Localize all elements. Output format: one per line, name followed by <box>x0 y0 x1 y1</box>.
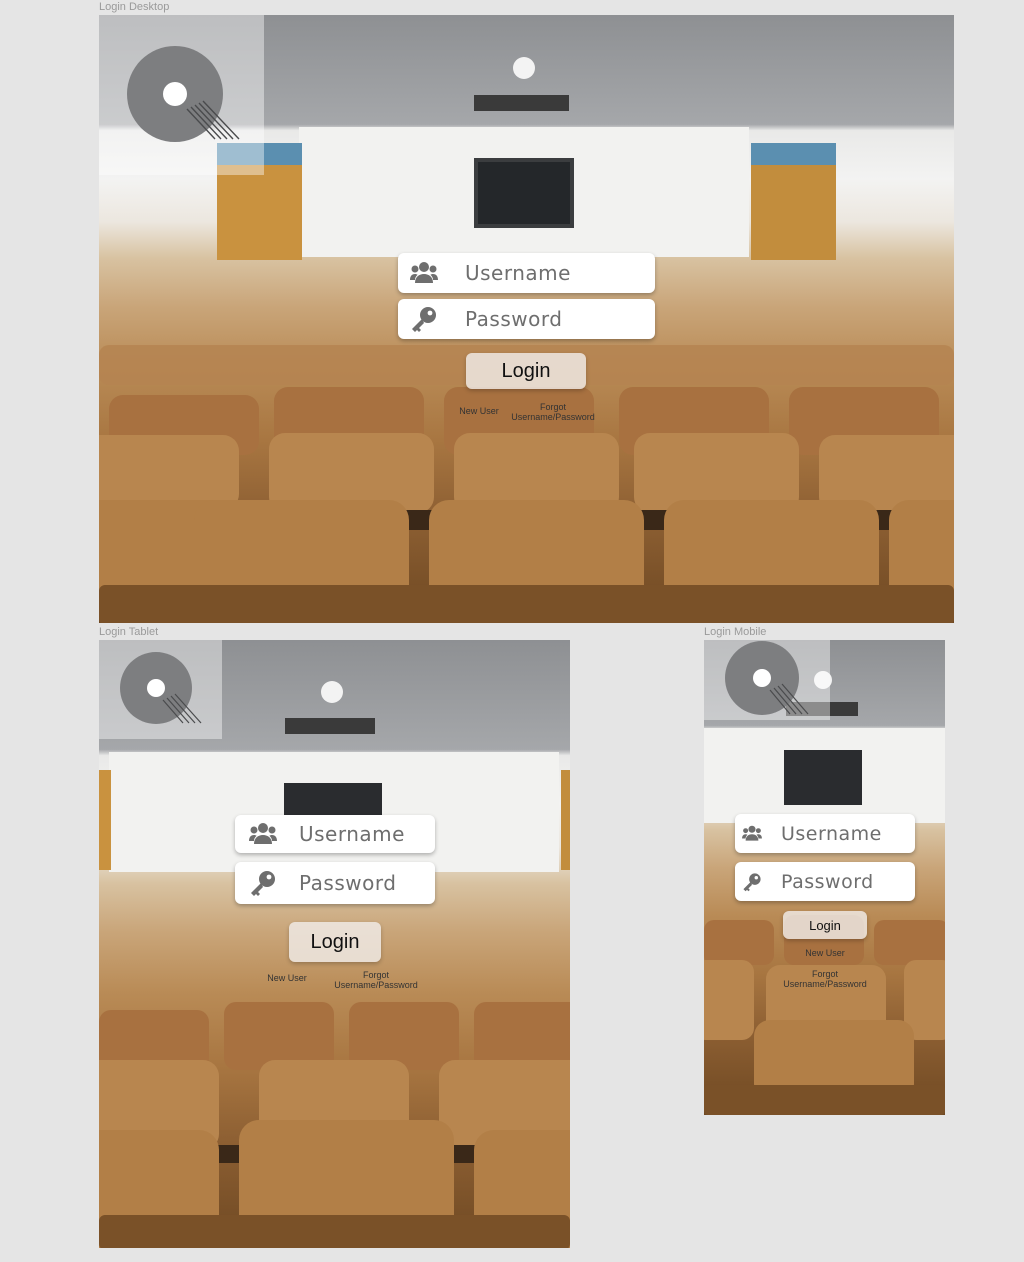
new-user-link[interactable]: New User <box>451 406 507 416</box>
new-user-link[interactable]: New User <box>794 948 856 958</box>
forgot-line2: Username/Password <box>334 980 418 991</box>
frame-label-tablet: Login Tablet <box>99 626 159 638</box>
key-icon <box>235 869 291 897</box>
login-desktop-frame: Username Password Login New User Forgot … <box>99 15 954 623</box>
password-placeholder: Password <box>299 871 397 895</box>
login-button[interactable]: Login <box>289 922 381 962</box>
forgot-line2: Username/Password <box>783 979 867 990</box>
q-logo-icon <box>120 652 202 724</box>
username-placeholder: Username <box>465 261 571 285</box>
password-field[interactable]: Password <box>735 862 915 901</box>
username-field[interactable]: Username <box>735 814 915 853</box>
frame-label-mobile: Login Mobile <box>704 626 767 638</box>
users-icon <box>735 825 769 842</box>
forgot-line1: Forgot <box>362 970 389 980</box>
logo-panel <box>99 640 222 739</box>
logo-panel <box>99 15 264 175</box>
forgot-credentials-link[interactable]: Forgot Username/Password <box>505 402 601 423</box>
login-button[interactable]: Login <box>466 353 586 389</box>
forgot-line2: Username/Password <box>511 412 595 423</box>
users-icon <box>398 261 450 285</box>
login-button[interactable]: Login <box>783 911 867 939</box>
forgot-line1: Forgot <box>811 969 838 979</box>
password-field[interactable]: Password <box>398 299 655 339</box>
password-placeholder: Password <box>781 870 874 893</box>
key-icon <box>735 872 769 892</box>
username-placeholder: Username <box>299 822 405 846</box>
users-icon <box>235 822 291 846</box>
username-field[interactable]: Username <box>235 815 435 853</box>
password-placeholder: Password <box>465 307 563 331</box>
password-field[interactable]: Password <box>235 862 435 904</box>
username-placeholder: Username <box>781 822 882 845</box>
logo-panel <box>704 640 830 720</box>
forgot-credentials-link[interactable]: Forgot Username/Password <box>776 969 874 990</box>
login-tablet-frame: Username Password Login New User Forgot … <box>99 640 570 1248</box>
forgot-line1: Forgot <box>539 402 566 412</box>
login-mobile-frame: Username Password Login New User Forgot … <box>704 640 945 1115</box>
q-logo-icon <box>725 641 809 715</box>
username-field[interactable]: Username <box>398 253 655 293</box>
new-user-link[interactable]: New User <box>259 973 315 983</box>
key-icon <box>398 305 450 333</box>
q-logo-icon <box>127 46 240 142</box>
frame-label-desktop: Login Desktop <box>99 1 170 13</box>
forgot-credentials-link[interactable]: Forgot Username/Password <box>328 970 424 991</box>
